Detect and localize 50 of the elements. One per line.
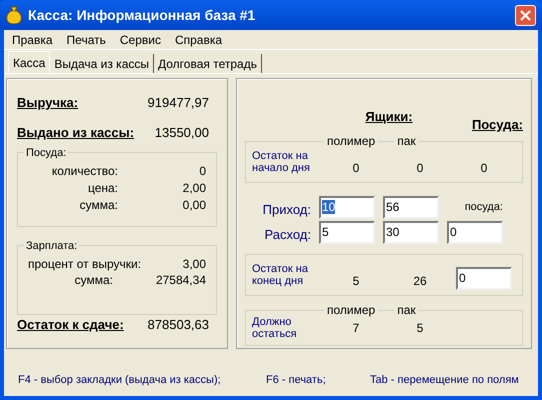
row-value: 0 (198, 163, 206, 180)
menu-item[interactable]: Сервис (120, 30, 161, 48)
input-field[interactable]: 5 (319, 221, 375, 244)
group-title: Посуда: (24, 145, 68, 162)
input-field[interactable]: 10 (319, 196, 375, 219)
row-value: 0,00 (182, 197, 206, 214)
row-label: Остаток на начало дня (252, 150, 311, 174)
summary-label: Остаток к сдаче: (17, 316, 124, 334)
menu-item[interactable]: Правка (12, 30, 53, 48)
input-field[interactable]: 56 (383, 196, 439, 219)
column-heading: Ящики: (365, 109, 413, 124)
summary-label: Выручка: (17, 94, 78, 112)
column-heading: Посуда: (472, 117, 523, 132)
row-label: сумма: (74, 272, 114, 288)
hint-text: Tab - перемещение по полям (370, 372, 519, 388)
row-label: Приход: (262, 200, 311, 219)
cell-value: 5 (416, 320, 424, 337)
summary-value: 13550,00 (154, 124, 209, 142)
row-value: 27584,34 (154, 272, 206, 288)
row-value: 3,00 (182, 256, 206, 272)
row-label: сумма: (78, 197, 118, 214)
cell-value: 26 (412, 273, 428, 290)
summary-value: 919477,97 (148, 94, 209, 112)
row-label: Остаток на конец дня (252, 263, 309, 287)
cell-value: 7 (352, 320, 360, 337)
row-value: 2,00 (182, 180, 206, 197)
menu-item[interactable]: Печать (66, 30, 106, 48)
hint-text: F6 - печать; (266, 372, 327, 388)
tab[interactable]: Касса (8, 51, 50, 73)
summary-value: 878503,63 (148, 316, 209, 334)
hint-text: F4 - выбор закладки (выдача из кассы); (18, 372, 222, 388)
cell-value: 0 (416, 160, 424, 177)
money-bag-icon (6, 6, 22, 24)
cell-value: 5 (352, 273, 360, 290)
row-label: Расход: (264, 226, 311, 244)
row-label: количество: (50, 163, 118, 180)
close-icon (520, 10, 531, 20)
summary-label: Выдано из кассы: (17, 124, 134, 142)
window-title: Касса: Информационная база #1 (28, 6, 256, 25)
input-field[interactable]: 30 (383, 221, 439, 244)
row-label: процент от выручки: (27, 256, 142, 272)
close-button[interactable] (515, 4, 536, 26)
column-label: посуда: (464, 200, 503, 214)
cell-value: 0 (480, 160, 488, 177)
row-label: Должно остаться (252, 316, 298, 340)
cell-value: 0 (352, 160, 360, 177)
input-field[interactable]: 0 (456, 266, 512, 290)
row-label: цена: (86, 180, 118, 197)
input-field[interactable]: 0 (447, 221, 503, 244)
menu-item[interactable]: Справка (174, 30, 222, 48)
